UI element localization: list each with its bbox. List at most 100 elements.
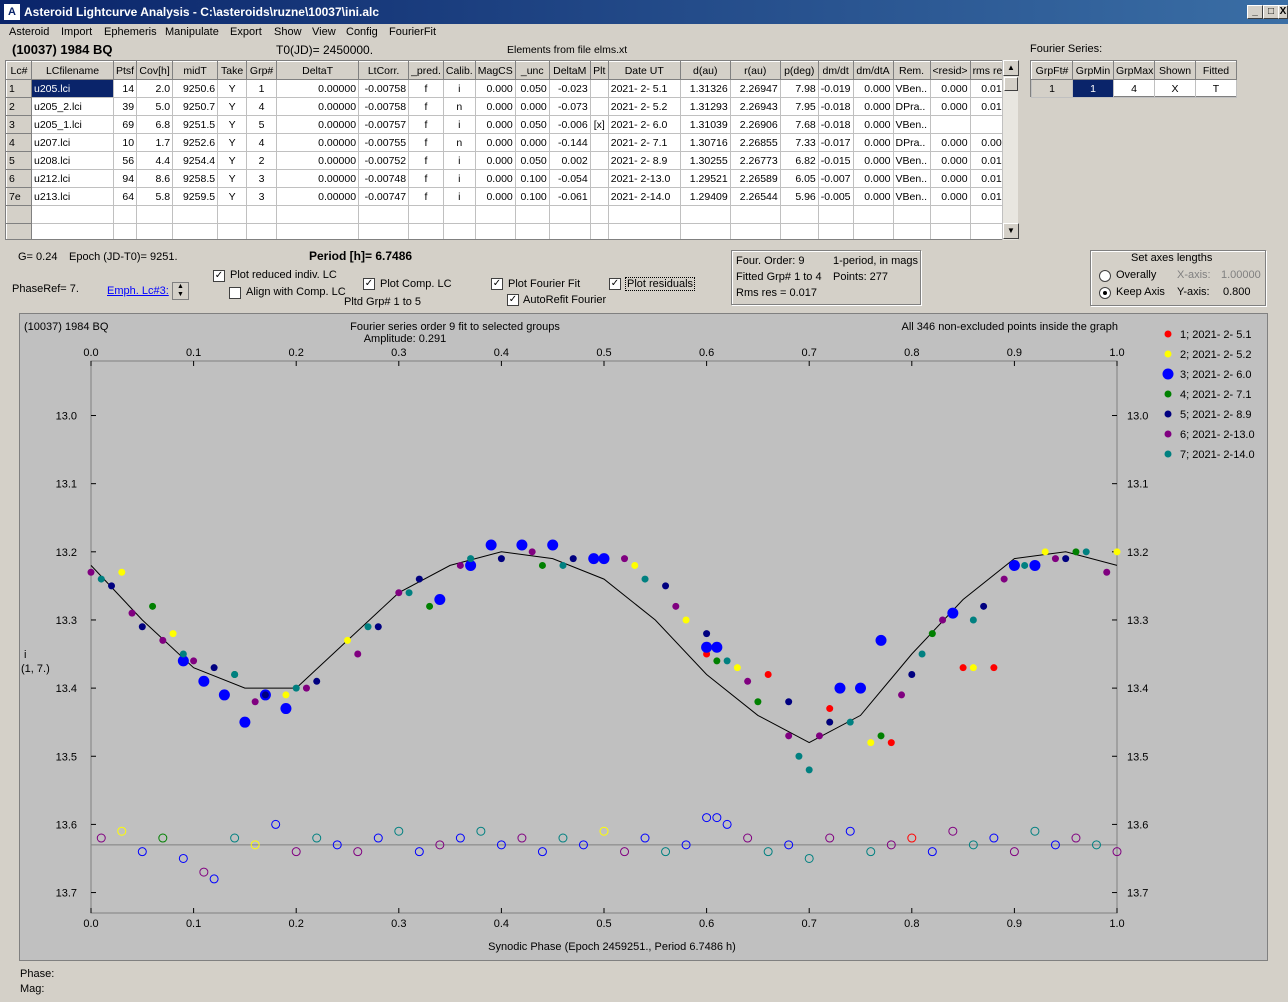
table-cell[interactable]: -0.00755 — [358, 133, 410, 152]
table-cell[interactable] — [679, 223, 731, 239]
table-cell[interactable]: -0.018 — [817, 97, 854, 116]
table-cell[interactable]: 1.7 — [136, 133, 174, 152]
row-header[interactable]: 6 — [6, 169, 32, 188]
table-cell[interactable]: 0.00000 — [276, 187, 360, 206]
table-cell[interactable] — [729, 205, 781, 224]
table-cell[interactable] — [136, 223, 174, 239]
column-header[interactable]: Take — [217, 61, 248, 80]
table-cell[interactable]: DPra.. — [892, 133, 931, 152]
table-cell[interactable]: 0.000 — [474, 79, 516, 98]
table-cell[interactable]: 3 — [246, 187, 278, 206]
menu-import[interactable]: Import — [61, 26, 92, 38]
fourier-cell[interactable]: X — [1154, 79, 1196, 98]
table-cell[interactable]: VBen.. — [892, 151, 931, 170]
table-cell[interactable]: 0.000 — [852, 169, 894, 188]
row-header[interactable]: 2 — [6, 97, 32, 116]
table-cell[interactable]: 2.26773 — [729, 151, 781, 170]
table-cell[interactable] — [408, 205, 444, 224]
table-cell[interactable] — [607, 205, 681, 224]
y-axis-field[interactable]: 0.800 — [1223, 286, 1251, 298]
table-row[interactable]: 1 u205.lci 14 2.0 9250.6 Y 1 0.00000 -0.00758 f i 0… — [6, 79, 1011, 98]
table-cell[interactable] — [679, 205, 731, 224]
table-cell[interactable]: 0.00000 — [276, 115, 360, 134]
table-cell[interactable] — [607, 223, 681, 239]
table-cell[interactable] — [136, 205, 174, 224]
table-cell[interactable] — [779, 223, 819, 239]
table-cell[interactable]: i — [442, 151, 476, 170]
table-cell[interactable] — [548, 205, 591, 224]
table-row[interactable]: 4 u207.lci 10 1.7 9252.6 Y 4 0.00000 -0.00755 f n 0… — [6, 133, 1011, 152]
table-cell[interactable]: -0.015 — [817, 151, 854, 170]
empty-row[interactable] — [6, 223, 1011, 239]
table-cell[interactable] — [408, 223, 444, 239]
plot-reduced-checkbox[interactable]: ✓ — [213, 270, 225, 282]
close-button[interactable]: X — [1278, 5, 1288, 19]
fourier-column-header[interactable]: GrpMax — [1113, 61, 1155, 80]
fourier-column-header[interactable]: Shown — [1154, 61, 1196, 80]
table-cell[interactable]: 4.4 — [136, 151, 174, 170]
table-cell[interactable]: 5.8 — [136, 187, 174, 206]
table-cell[interactable]: n — [442, 97, 476, 116]
table-cell[interactable]: 1.31293 — [679, 97, 731, 116]
table-scrollbar[interactable]: ▲ ▼ — [1002, 60, 1019, 240]
table-cell[interactable]: 5.0 — [136, 97, 174, 116]
table-cell[interactable]: 7.95 — [779, 97, 819, 116]
table-cell[interactable]: DPra.. — [892, 97, 931, 116]
table-cell[interactable]: 0.00000 — [276, 133, 360, 152]
table-cell[interactable]: 9252.6 — [172, 133, 219, 152]
table-cell[interactable]: [x] — [589, 115, 609, 134]
menu-fourierfit[interactable]: FourierFit — [389, 26, 436, 38]
table-cell[interactable] — [246, 205, 278, 224]
table-cell[interactable]: -0.005 — [817, 187, 854, 206]
table-cell[interactable]: 0.000 — [852, 133, 894, 152]
table-cell[interactable]: Y — [217, 79, 248, 98]
column-header[interactable]: DeltaT — [276, 61, 360, 80]
table-cell[interactable]: 0.000 — [474, 133, 516, 152]
table-cell[interactable]: 7.33 — [779, 133, 819, 152]
table-cell[interactable]: 2 — [246, 151, 278, 170]
table-cell[interactable]: f — [408, 187, 444, 206]
column-header[interactable]: midT — [172, 61, 219, 80]
table-cell[interactable]: 0.000 — [474, 151, 516, 170]
table-cell[interactable]: 69 — [112, 115, 138, 134]
menu-manipulate[interactable]: Manipulate — [165, 26, 219, 38]
table-cell[interactable]: 10 — [112, 133, 138, 152]
table-cell[interactable] — [589, 205, 609, 224]
table-cell[interactable]: 1.30716 — [679, 133, 731, 152]
table-cell[interactable]: -0.144 — [548, 133, 591, 152]
table-cell[interactable]: 9254.4 — [172, 151, 219, 170]
table-cell[interactable]: 0.000 — [852, 115, 894, 134]
column-header[interactable]: LtCorr. — [358, 61, 410, 80]
table-row[interactable]: 2 u205_2.lci 39 5.0 9250.7 Y 4 0.00000 -0.00758 f… — [6, 97, 1011, 116]
table-cell[interactable] — [442, 223, 476, 239]
table-cell[interactable]: -0.007 — [817, 169, 854, 188]
table-cell[interactable]: 2021- 2- 5.1 — [607, 79, 681, 98]
column-header[interactable]: dm/dt — [817, 61, 854, 80]
table-cell[interactable]: u205.lci — [31, 79, 114, 98]
table-cell[interactable]: 0.000 — [852, 79, 894, 98]
table-cell[interactable]: 1 — [246, 79, 278, 98]
column-header[interactable]: Cov[h] — [136, 61, 174, 80]
plot-residuals-checkbox[interactable]: ✓ — [609, 278, 621, 290]
table-row[interactable]: 6 u212.lci 94 8.6 9258.5 Y 3 0.00000 -0.00748 f i 0… — [6, 169, 1011, 188]
table-cell[interactable]: 2.26943 — [729, 97, 781, 116]
table-cell[interactable]: 8.6 — [136, 169, 174, 188]
minimize-button[interactable]: _ — [1247, 5, 1263, 19]
table-cell[interactable] — [852, 223, 894, 239]
table-cell[interactable]: 2.26855 — [729, 133, 781, 152]
table-cell[interactable]: 0.00000 — [276, 151, 360, 170]
table-cell[interactable]: -0.006 — [548, 115, 591, 134]
table-cell[interactable]: 0.000 — [474, 187, 516, 206]
column-header[interactable]: <resid> — [929, 61, 971, 80]
table-cell[interactable]: 0.000 — [929, 151, 971, 170]
table-cell[interactable]: u207.lci — [31, 133, 114, 152]
table-cell[interactable] — [276, 223, 360, 239]
menu-ephemeris[interactable]: Ephemeris — [104, 26, 157, 38]
table-cell[interactable] — [589, 169, 609, 188]
row-header[interactable]: 4 — [6, 133, 32, 152]
column-header[interactable]: d(au) — [679, 61, 731, 80]
table-cell[interactable]: 3 — [246, 169, 278, 188]
table-cell[interactable] — [892, 223, 931, 239]
table-cell[interactable]: 2.26589 — [729, 169, 781, 188]
table-cell[interactable] — [852, 205, 894, 224]
